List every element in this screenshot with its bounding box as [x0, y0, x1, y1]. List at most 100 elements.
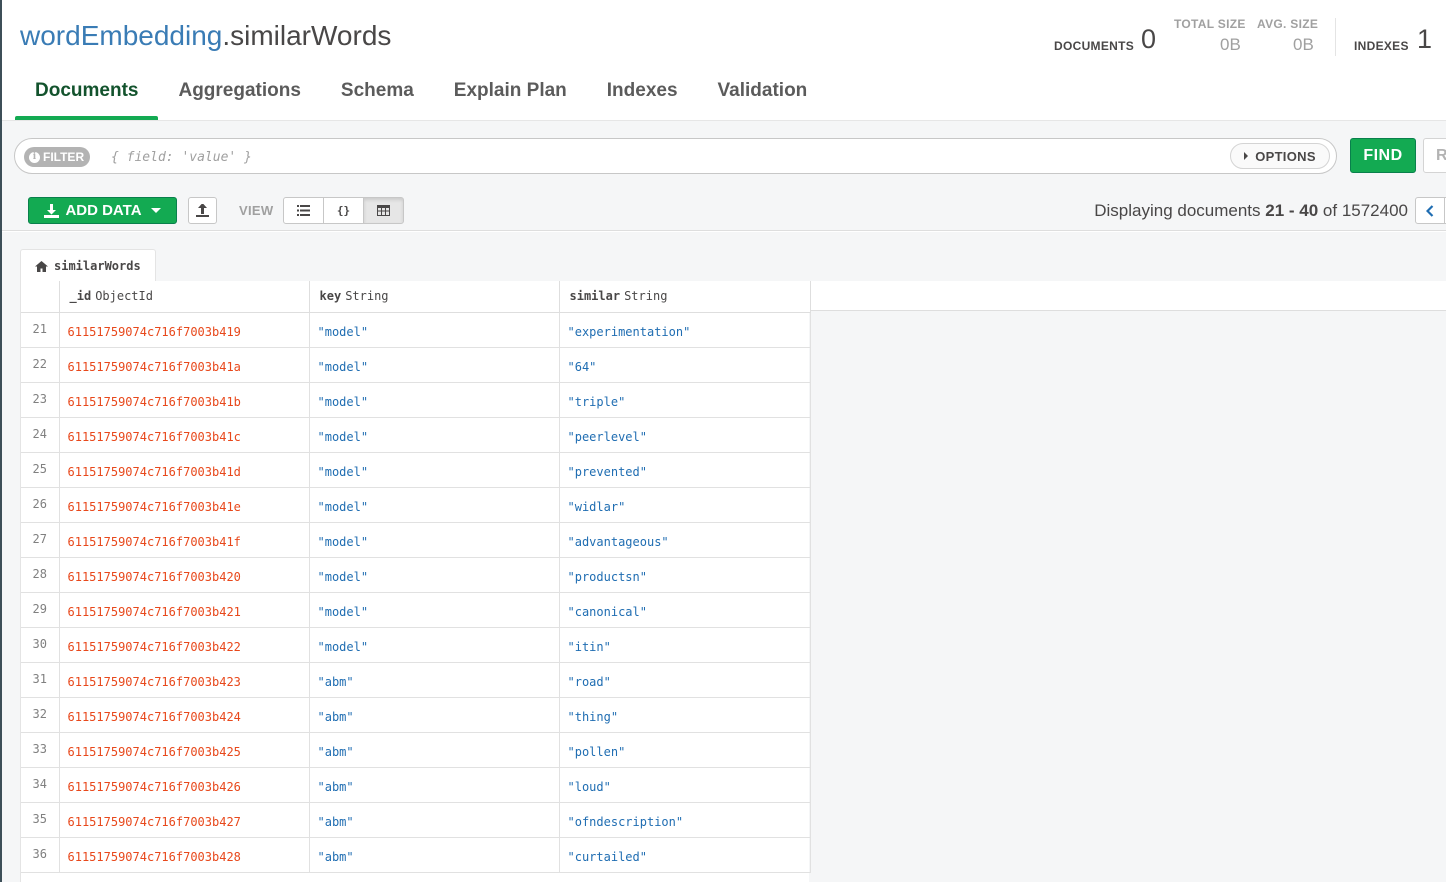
table-row[interactable]: 24 61151759074c716f7003b41c "model" "peerle…	[21, 417, 811, 453]
options-button[interactable]: OPTIONS	[1230, 143, 1330, 169]
add-data-button[interactable]: ADD DATA	[28, 197, 177, 224]
tab-indexes[interactable]: Indexes	[587, 66, 698, 120]
cell-id[interactable]: 61151759074c716f7003b41b	[59, 382, 310, 418]
cell-key[interactable]: "abm"	[309, 767, 560, 803]
grid-header-filler	[808, 281, 1446, 311]
table-row[interactable]: 25 61151759074c716f7003b41d "model" "preven…	[21, 452, 811, 488]
filter-input[interactable]	[111, 145, 1211, 169]
cell-similar[interactable]: "road"	[559, 662, 811, 698]
cell-id[interactable]: 61151759074c716f7003b41f	[59, 522, 310, 558]
cell-key[interactable]: "model"	[309, 522, 560, 558]
cell-key[interactable]: "abm"	[309, 732, 560, 768]
cell-similar[interactable]: "curtailed"	[559, 837, 811, 873]
column-header-id[interactable]: _id ObjectId	[59, 281, 310, 313]
cell-id[interactable]: 61151759074c716f7003b419	[59, 312, 310, 348]
cell-key[interactable]: "abm"	[309, 802, 560, 838]
tab-explain-plan[interactable]: Explain Plan	[434, 66, 587, 120]
cell-id[interactable]: 61151759074c716f7003b421	[59, 592, 310, 628]
cell-id[interactable]: 61151759074c716f7003b420	[59, 557, 310, 593]
cell-similar[interactable]: "peerlevel"	[559, 417, 811, 453]
row-number: 23	[21, 382, 60, 418]
cell-key[interactable]: "model"	[309, 417, 560, 453]
cell-key[interactable]: "abm"	[309, 837, 560, 873]
total-size-value: 0B	[1220, 35, 1241, 54]
cell-similar[interactable]: "canonical"	[559, 592, 811, 628]
cell-id[interactable]: 61151759074c716f7003b422	[59, 627, 310, 663]
grid-breadcrumb-tab[interactable]: similarWords	[20, 249, 156, 282]
table-row[interactable]: 30 61151759074c716f7003b422 "model" "itin"	[21, 627, 811, 663]
cell-key[interactable]: "model"	[309, 312, 560, 348]
column-header-similar[interactable]: similar String	[559, 281, 811, 313]
column-name: key	[319, 289, 342, 304]
cell-similar[interactable]: "widlar"	[559, 487, 811, 523]
cell-key[interactable]: "model"	[309, 592, 560, 628]
cell-key[interactable]: "model"	[309, 382, 560, 418]
cell-similar[interactable]: "itin"	[559, 627, 811, 663]
cell-similar[interactable]: "64"	[559, 347, 811, 383]
cell-key[interactable]: "model"	[309, 557, 560, 593]
cell-key[interactable]: "abm"	[309, 662, 560, 698]
export-button[interactable]	[188, 197, 217, 224]
table-row[interactable]: 26 61151759074c716f7003b41e "model" "widlar…	[21, 487, 811, 523]
tab-validation[interactable]: Validation	[698, 66, 828, 120]
reset-button[interactable]: R	[1423, 138, 1446, 173]
cell-similar[interactable]: "experimentation"	[559, 312, 811, 348]
cell-similar[interactable]: "triple"	[559, 382, 811, 418]
cell-key[interactable]: "model"	[309, 487, 560, 523]
tab-aggregations[interactable]: Aggregations	[158, 66, 320, 120]
table-row[interactable]: 29 61151759074c716f7003b421 "model" "canoni…	[21, 592, 811, 628]
cell-id[interactable]: 61151759074c716f7003b41d	[59, 452, 310, 488]
cell-id[interactable]: 61151759074c716f7003b41c	[59, 417, 310, 453]
cell-similar[interactable]: "advantageous"	[559, 522, 811, 558]
cell-similar[interactable]: "thing"	[559, 697, 811, 733]
tab-schema[interactable]: Schema	[321, 66, 434, 120]
table-row[interactable]: 32 61151759074c716f7003b424 "abm" "thing"	[21, 697, 811, 733]
table-row[interactable]: 23 61151759074c716f7003b41b "model" "triple…	[21, 382, 811, 418]
cell-id[interactable]: 61151759074c716f7003b427	[59, 802, 310, 838]
cell-id[interactable]: 61151759074c716f7003b41a	[59, 347, 310, 383]
table-row[interactable]: 31 61151759074c716f7003b423 "abm" "road"	[21, 662, 811, 698]
table-row[interactable]: 21 61151759074c716f7003b419 "model" "experi…	[21, 312, 811, 348]
collection-view: wordEmbedding.similarWords DOCUMENTS 0 T…	[0, 0, 1446, 882]
row-number: 29	[21, 592, 60, 628]
grid-tab-label: similarWords	[54, 259, 141, 273]
filter-pill: i FILTER	[24, 147, 91, 167]
table-row[interactable]: 28 61151759074c716f7003b420 "model" "produc…	[21, 557, 811, 593]
cell-similar[interactable]: "prevented"	[559, 452, 811, 488]
export-icon	[196, 204, 209, 217]
table-view-button[interactable]	[363, 197, 404, 224]
prev-page-button[interactable]	[1415, 197, 1445, 224]
cell-id[interactable]: 61151759074c716f7003b425	[59, 732, 310, 768]
cell-key[interactable]: "abm"	[309, 697, 560, 733]
table-row[interactable]: 36 61151759074c716f7003b428 "abm" "curtaile…	[21, 837, 811, 873]
find-button[interactable]: FIND	[1350, 138, 1416, 173]
cell-key[interactable]: "model"	[309, 347, 560, 383]
cell-key[interactable]: "model"	[309, 452, 560, 488]
table-row[interactable]: 33 61151759074c716f7003b425 "abm" "pollen"	[21, 732, 811, 768]
table-row[interactable]: 22 61151759074c716f7003b41a "model" "64"	[21, 347, 811, 383]
cell-id[interactable]: 61151759074c716f7003b428	[59, 837, 310, 873]
table-row[interactable]: 34 61151759074c716f7003b426 "abm" "loud"	[21, 767, 811, 803]
json-view-button[interactable]: {}	[323, 197, 364, 224]
table-row[interactable]: 27 61151759074c716f7003b41f "model" "advant…	[21, 522, 811, 558]
column-name: _id	[69, 289, 92, 304]
row-number: 26	[21, 487, 60, 523]
table-row[interactable]: 35 61151759074c716f7003b427 "abm" "ofndescr…	[21, 802, 811, 838]
cell-id[interactable]: 61151759074c716f7003b423	[59, 662, 310, 698]
info-icon[interactable]: i	[29, 151, 40, 163]
cell-key[interactable]: "model"	[309, 627, 560, 663]
cell-similar[interactable]: "productsn"	[559, 557, 811, 593]
cell-similar[interactable]: "loud"	[559, 767, 811, 803]
cell-id[interactable]: 61151759074c716f7003b424	[59, 697, 310, 733]
row-number: 30	[21, 627, 60, 663]
cell-similar[interactable]: "pollen"	[559, 732, 811, 768]
display-total: 1572400	[1341, 201, 1408, 220]
list-view-button[interactable]	[283, 197, 324, 224]
row-number-header	[21, 281, 60, 313]
cell-id[interactable]: 61151759074c716f7003b426	[59, 767, 310, 803]
database-name[interactable]: wordEmbedding	[20, 20, 222, 51]
cell-id[interactable]: 61151759074c716f7003b41e	[59, 487, 310, 523]
cell-similar[interactable]: "ofndescription"	[559, 802, 811, 838]
column-header-key[interactable]: key String	[309, 281, 560, 313]
tab-documents[interactable]: Documents	[15, 66, 159, 120]
